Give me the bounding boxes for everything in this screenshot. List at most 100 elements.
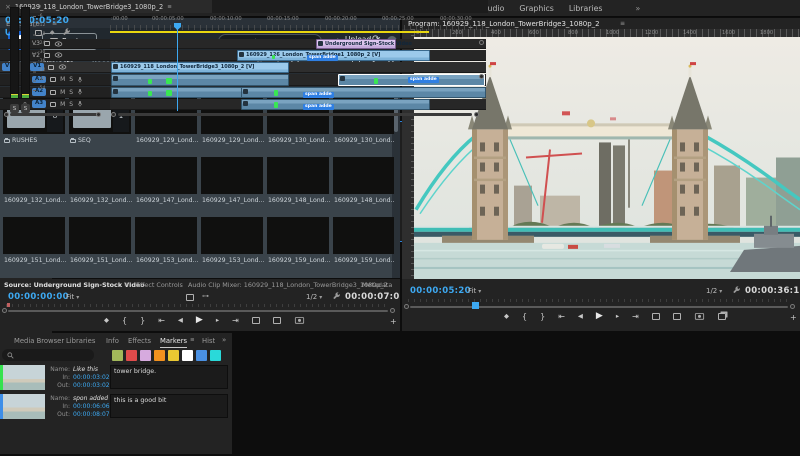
mark-in-icon[interactable]: { xyxy=(522,312,527,321)
source-button-editor-icon[interactable]: + xyxy=(390,317,397,326)
mark-out-icon[interactable]: } xyxy=(540,312,545,321)
program-scrub-left-handle[interactable] xyxy=(404,304,409,309)
step-back-icon[interactable]: ◀ xyxy=(178,316,183,324)
grid-item-clip[interactable]: 160929_151_Lond... xyxy=(68,217,132,275)
marker-color-blue[interactable] xyxy=(196,350,207,361)
tab-markers[interactable]: Markers xyxy=(160,337,187,348)
meter-scale-label: -12 xyxy=(38,23,45,28)
go-to-out-icon[interactable]: ⇥ xyxy=(232,316,239,325)
tab-info[interactable]: Info xyxy=(106,337,119,345)
program-playhead[interactable] xyxy=(472,302,479,309)
ruler-label: 1800 xyxy=(760,30,773,36)
overwrite-icon[interactable] xyxy=(273,317,281,324)
grid-item-clip[interactable]: 160929_153_Lond... xyxy=(200,217,264,275)
grid-item-clip[interactable]: 160929_132_Lond... xyxy=(2,157,66,215)
program-wrench-icon[interactable] xyxy=(732,286,741,295)
go-to-out-icon[interactable]: ⇥ xyxy=(632,312,639,321)
step-forward-icon[interactable]: ▸ xyxy=(616,312,619,320)
marker-color-white[interactable] xyxy=(182,350,193,361)
marker-out-value[interactable]: 00:00:03:02 xyxy=(73,382,110,389)
source-scrubber[interactable] xyxy=(8,310,388,312)
mark-in-icon[interactable]: { xyxy=(122,316,127,325)
go-to-in-icon[interactable]: ⇤ xyxy=(158,316,165,325)
insert-icon[interactable] xyxy=(252,317,260,324)
marker-in-value[interactable]: 00:00:03:02 xyxy=(73,374,110,381)
play-icon[interactable]: ▶ xyxy=(196,315,203,325)
source-duration: 00:00:07:02 xyxy=(345,292,400,302)
marker-color-red[interactable] xyxy=(126,350,137,361)
program-scrub-right-handle[interactable] xyxy=(790,304,795,309)
tab-effects[interactable]: Effects xyxy=(128,337,151,345)
export-frame-icon[interactable] xyxy=(294,315,305,325)
step-back-icon[interactable]: ◀ xyxy=(578,312,583,320)
source-scrub-left-handle[interactable] xyxy=(2,308,7,313)
source-drag-icon[interactable]: ⊶ xyxy=(202,292,209,300)
marker-color-green[interactable] xyxy=(112,350,123,361)
go-to-in-icon[interactable]: ⇤ xyxy=(558,312,565,321)
grid-item-clip[interactable]: 160929_132_Lond... xyxy=(68,157,132,215)
clip-thumbnail xyxy=(333,157,395,194)
grid-item-clip[interactable]: 160929_148_Lond... xyxy=(332,157,396,215)
extract-icon[interactable] xyxy=(673,313,681,320)
source-ruler-ticks xyxy=(6,304,390,307)
program-scrubber[interactable] xyxy=(410,306,788,308)
source-tab-menu-icon[interactable]: ≡ xyxy=(124,281,129,288)
program-zoom-select[interactable]: 1/2▾ xyxy=(706,287,722,295)
marker-out-value[interactable]: 00:00:08:07 xyxy=(73,411,110,418)
marker-row[interactable]: Name: spon added In: 00:00:06:06 Out: 00… xyxy=(0,394,232,421)
add-marker-icon[interactable]: ◆ xyxy=(104,316,109,324)
markers-panel-menu-icon[interactable]: ≡ xyxy=(190,337,195,343)
comparison-view-icon[interactable] xyxy=(718,313,726,320)
source-scrub-right-handle[interactable] xyxy=(390,308,395,313)
step-forward-icon[interactable]: ▸ xyxy=(216,316,219,324)
panel-overflow-icon[interactable]: » xyxy=(222,336,226,344)
marker-color-cyan[interactable] xyxy=(210,350,221,361)
tab-history[interactable]: Hist xyxy=(202,337,215,345)
workspace-tab-libraries[interactable]: Libraries xyxy=(569,4,603,13)
marker-color-orange[interactable] xyxy=(154,350,165,361)
meter-scale-label: 0 xyxy=(38,5,41,10)
folder-icon xyxy=(70,139,76,143)
marker-color-yellow[interactable] xyxy=(168,350,179,361)
lift-icon[interactable] xyxy=(652,313,660,320)
marker-comment[interactable]: this is a good bit xyxy=(110,394,228,418)
tab-audio-clip-mixer[interactable]: Audio Clip Mixer: 160929_118_London_Towe… xyxy=(188,281,388,289)
source-wrench-icon[interactable] xyxy=(332,292,341,301)
program-fit-select[interactable]: Fit▾ xyxy=(468,287,481,295)
meter-bar-left xyxy=(10,7,19,99)
marker-color-lavender[interactable] xyxy=(140,350,151,361)
marker-search-box[interactable] xyxy=(2,349,94,361)
grid-item-clip[interactable]: 160929_151_Lond... xyxy=(2,217,66,275)
program-timecode[interactable]: 00:00:05:20 xyxy=(410,286,471,296)
solo-right-button[interactable]: S xyxy=(21,104,30,113)
marker-name-label: Name: xyxy=(48,395,70,402)
mark-out-icon[interactable]: } xyxy=(140,316,145,325)
source-zoom-select[interactable]: 1/2▾ xyxy=(306,293,322,301)
grid-item-clip[interactable]: 160929_159_Lond... xyxy=(266,217,330,275)
tab-effect-controls[interactable]: Effect Controls xyxy=(136,281,183,289)
tab-media-browser[interactable]: Media Browser xyxy=(14,337,64,345)
grid-item-clip[interactable]: 160929_153_Lond... xyxy=(134,217,198,275)
program-panel-menu-icon[interactable]: ≡ xyxy=(620,20,625,27)
source-fit-select[interactable]: Fit▾ xyxy=(66,293,79,301)
tab-libraries[interactable]: Libraries xyxy=(66,337,95,345)
workspace-overflow-icon[interactable]: » xyxy=(636,4,641,13)
source-settings-icon[interactable] xyxy=(186,294,194,301)
grid-item-clip[interactable]: 160929_148_Lond... xyxy=(266,157,330,215)
solo-left-button[interactable]: S xyxy=(10,104,19,113)
marker-in-value[interactable]: 00:00:06:06 xyxy=(73,403,110,410)
play-icon[interactable]: ▶ xyxy=(596,311,603,321)
source-marker xyxy=(7,303,10,307)
grid-item-clip[interactable]: 160929_159_Lond... xyxy=(332,217,396,275)
grid-item-clip[interactable]: 160929_147_Lond... xyxy=(200,157,264,215)
workspace-tab-graphics[interactable]: Graphics xyxy=(519,4,553,13)
source-timecode[interactable]: 00:00:00:00 xyxy=(8,292,69,302)
add-marker-icon[interactable]: ◆ xyxy=(504,312,509,320)
grid-item-clip[interactable]: 160929_147_Lond... xyxy=(134,157,198,215)
export-frame-icon[interactable] xyxy=(694,311,705,321)
program-button-editor-icon[interactable]: + xyxy=(790,313,797,322)
marker-in-label: In: xyxy=(48,403,70,410)
marker-comment[interactable]: tower bridge. xyxy=(110,365,228,389)
marker-row[interactable]: Name: Like this In: 00:00:03:02 Out: 00:… xyxy=(0,365,232,392)
tab-metadata[interactable]: Metadata xyxy=(362,281,392,289)
